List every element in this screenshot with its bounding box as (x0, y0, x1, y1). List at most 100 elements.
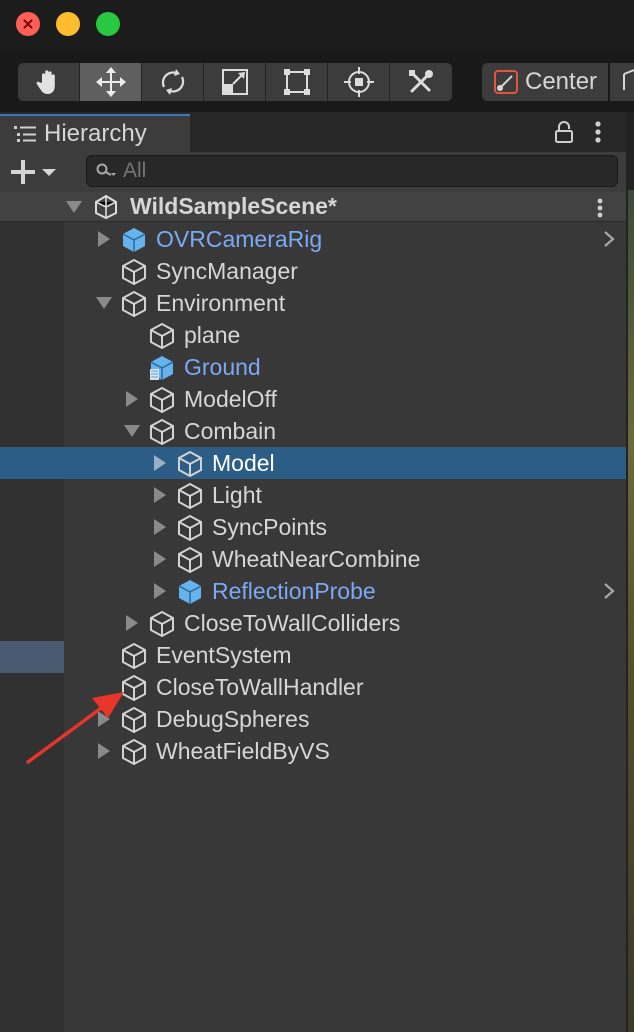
hierarchy-row[interactable]: EventSystem (0, 639, 626, 671)
cube-icon (623, 69, 634, 90)
gameobject-cube-icon (178, 546, 202, 574)
rotate-icon (161, 69, 184, 95)
tab-hierarchy-label: Hierarchy (44, 120, 147, 147)
hierarchy-row-label: Environment (156, 290, 286, 316)
open-prefab-chevron-icon[interactable] (602, 581, 616, 601)
hierarchy-row-label: WheatFieldByVS (156, 738, 330, 764)
gameobject-cube-icon (178, 482, 202, 510)
expand-arrow-icon[interactable] (154, 487, 166, 503)
hierarchy-row-label: OVRCameraRig (156, 226, 323, 252)
plus-icon (11, 160, 35, 184)
hierarchy-row-label: SyncManager (156, 258, 298, 284)
hierarchy-row[interactable]: OVRCameraRig (0, 223, 626, 255)
hierarchy-row-label: ReflectionProbe (212, 578, 376, 604)
zoom-window-button[interactable] (96, 12, 120, 36)
search-icon (96, 163, 116, 176)
hierarchy-tab-bar: Hierarchy (0, 112, 626, 152)
hierarchy-row-label: plane (184, 322, 241, 348)
prefab-cube-icon (122, 228, 146, 252)
pivot-center-label: Center (525, 68, 598, 95)
hierarchy-row[interactable]: Ground (0, 351, 626, 383)
transform-tool-group (18, 63, 452, 101)
create-object-button[interactable] (10, 158, 66, 186)
gameobject-cube-icon (150, 386, 174, 414)
expand-arrow-icon[interactable] (126, 615, 138, 631)
gameobject-cube-icon (150, 322, 174, 350)
list-icon (14, 126, 36, 142)
prefab-cube-icon (178, 580, 202, 604)
hierarchy-tree: WildSampleScene* OVRCameraRig SyncManager… (0, 192, 626, 1032)
hierarchy-row[interactable]: plane (0, 319, 626, 351)
hand-icon (36, 70, 55, 94)
expand-arrow-icon[interactable] (126, 391, 138, 407)
dropdown-arrow-icon (42, 169, 56, 176)
scene-view-preview (628, 190, 634, 1032)
custom-tool-button[interactable] (390, 63, 452, 101)
scene-expand-arrow-icon[interactable] (66, 201, 82, 213)
rect-transform-icon (283, 69, 310, 95)
transform-tool-button[interactable] (328, 63, 390, 101)
hierarchy-row-label: ModelOff (184, 386, 277, 412)
move-tool-button[interactable] (80, 63, 142, 101)
scale-tool-button[interactable] (204, 63, 266, 101)
tools-icon (409, 70, 433, 93)
transform-icon (343, 67, 374, 97)
open-prefab-chevron-icon[interactable] (602, 229, 616, 249)
hierarchy-row[interactable]: Combain (0, 415, 626, 447)
hierarchy-row-label: Ground (184, 354, 261, 380)
scale-icon (221, 69, 248, 95)
hierarchy-row[interactable]: WheatNearCombine (0, 543, 626, 575)
hierarchy-row-label: Light (212, 482, 262, 508)
hierarchy-row-label: Combain (184, 418, 277, 444)
more-options-icon[interactable] (588, 118, 608, 146)
expand-arrow-icon[interactable] (154, 551, 166, 567)
hierarchy-row-label: SyncPoints (212, 514, 328, 540)
minimize-window-button[interactable] (56, 12, 80, 36)
hierarchy-row-label: Model (212, 450, 275, 476)
hierarchy-row-label: CloseToWallColliders (184, 610, 401, 636)
search-field[interactable] (86, 155, 618, 187)
expand-arrow-icon[interactable] (154, 455, 166, 471)
expand-arrow-icon[interactable] (154, 519, 166, 535)
unity-logo-icon (95, 194, 117, 220)
pivot-rotation-toggle[interactable] (610, 63, 634, 101)
hierarchy-row[interactable]: SyncPoints (0, 511, 626, 543)
hierarchy-row[interactable]: SyncManager (0, 255, 626, 287)
hierarchy-row-selected[interactable]: Model (0, 447, 626, 479)
scene-tools-toolbar: Center (0, 50, 634, 112)
hierarchy-row[interactable]: Environment (0, 287, 626, 319)
hand-tool-button[interactable] (18, 63, 80, 101)
search-input[interactable] (123, 159, 603, 183)
gameobject-cube-icon (122, 642, 146, 670)
rect-tool-button[interactable] (266, 63, 328, 101)
hierarchy-row-label: CloseToWallHandler (156, 674, 364, 700)
gameobject-cube-icon (122, 290, 146, 318)
close-window-button[interactable] (16, 12, 40, 36)
hierarchy-row[interactable]: Light (0, 479, 626, 511)
gameobject-cube-icon (178, 450, 202, 478)
hierarchy-row[interactable]: ModelOff (0, 383, 626, 415)
scene-name: WildSampleScene* (130, 193, 337, 219)
gameobject-cube-icon (178, 514, 202, 542)
collapse-arrow-icon[interactable] (124, 425, 140, 437)
hierarchy-search-row (0, 152, 626, 192)
move-arrows-icon (95, 67, 126, 97)
collapse-arrow-icon[interactable] (96, 297, 112, 309)
hierarchy-row-label: DebugSpheres (156, 706, 310, 732)
scene-view-edge (626, 112, 634, 1032)
pivot-center-icon (494, 70, 518, 94)
gameobject-cube-icon (122, 258, 146, 286)
gameobject-cube-icon (150, 610, 174, 638)
scene-more-options-icon[interactable] (590, 196, 610, 220)
expand-arrow-icon[interactable] (154, 583, 166, 599)
hierarchy-row[interactable]: ReflectionProbe (0, 575, 626, 607)
tab-hierarchy[interactable]: Hierarchy (0, 114, 190, 152)
lock-icon[interactable] (553, 120, 575, 144)
hierarchy-row-label: WheatNearCombine (212, 546, 421, 572)
pivot-center-toggle[interactable]: Center (482, 63, 608, 101)
hierarchy-row-label: EventSystem (156, 642, 292, 668)
rotate-tool-button[interactable] (142, 63, 204, 101)
hierarchy-row[interactable]: CloseToWallColliders (0, 607, 626, 639)
scene-header-row[interactable]: WildSampleScene* (0, 192, 626, 222)
expand-arrow-icon[interactable] (98, 231, 110, 247)
